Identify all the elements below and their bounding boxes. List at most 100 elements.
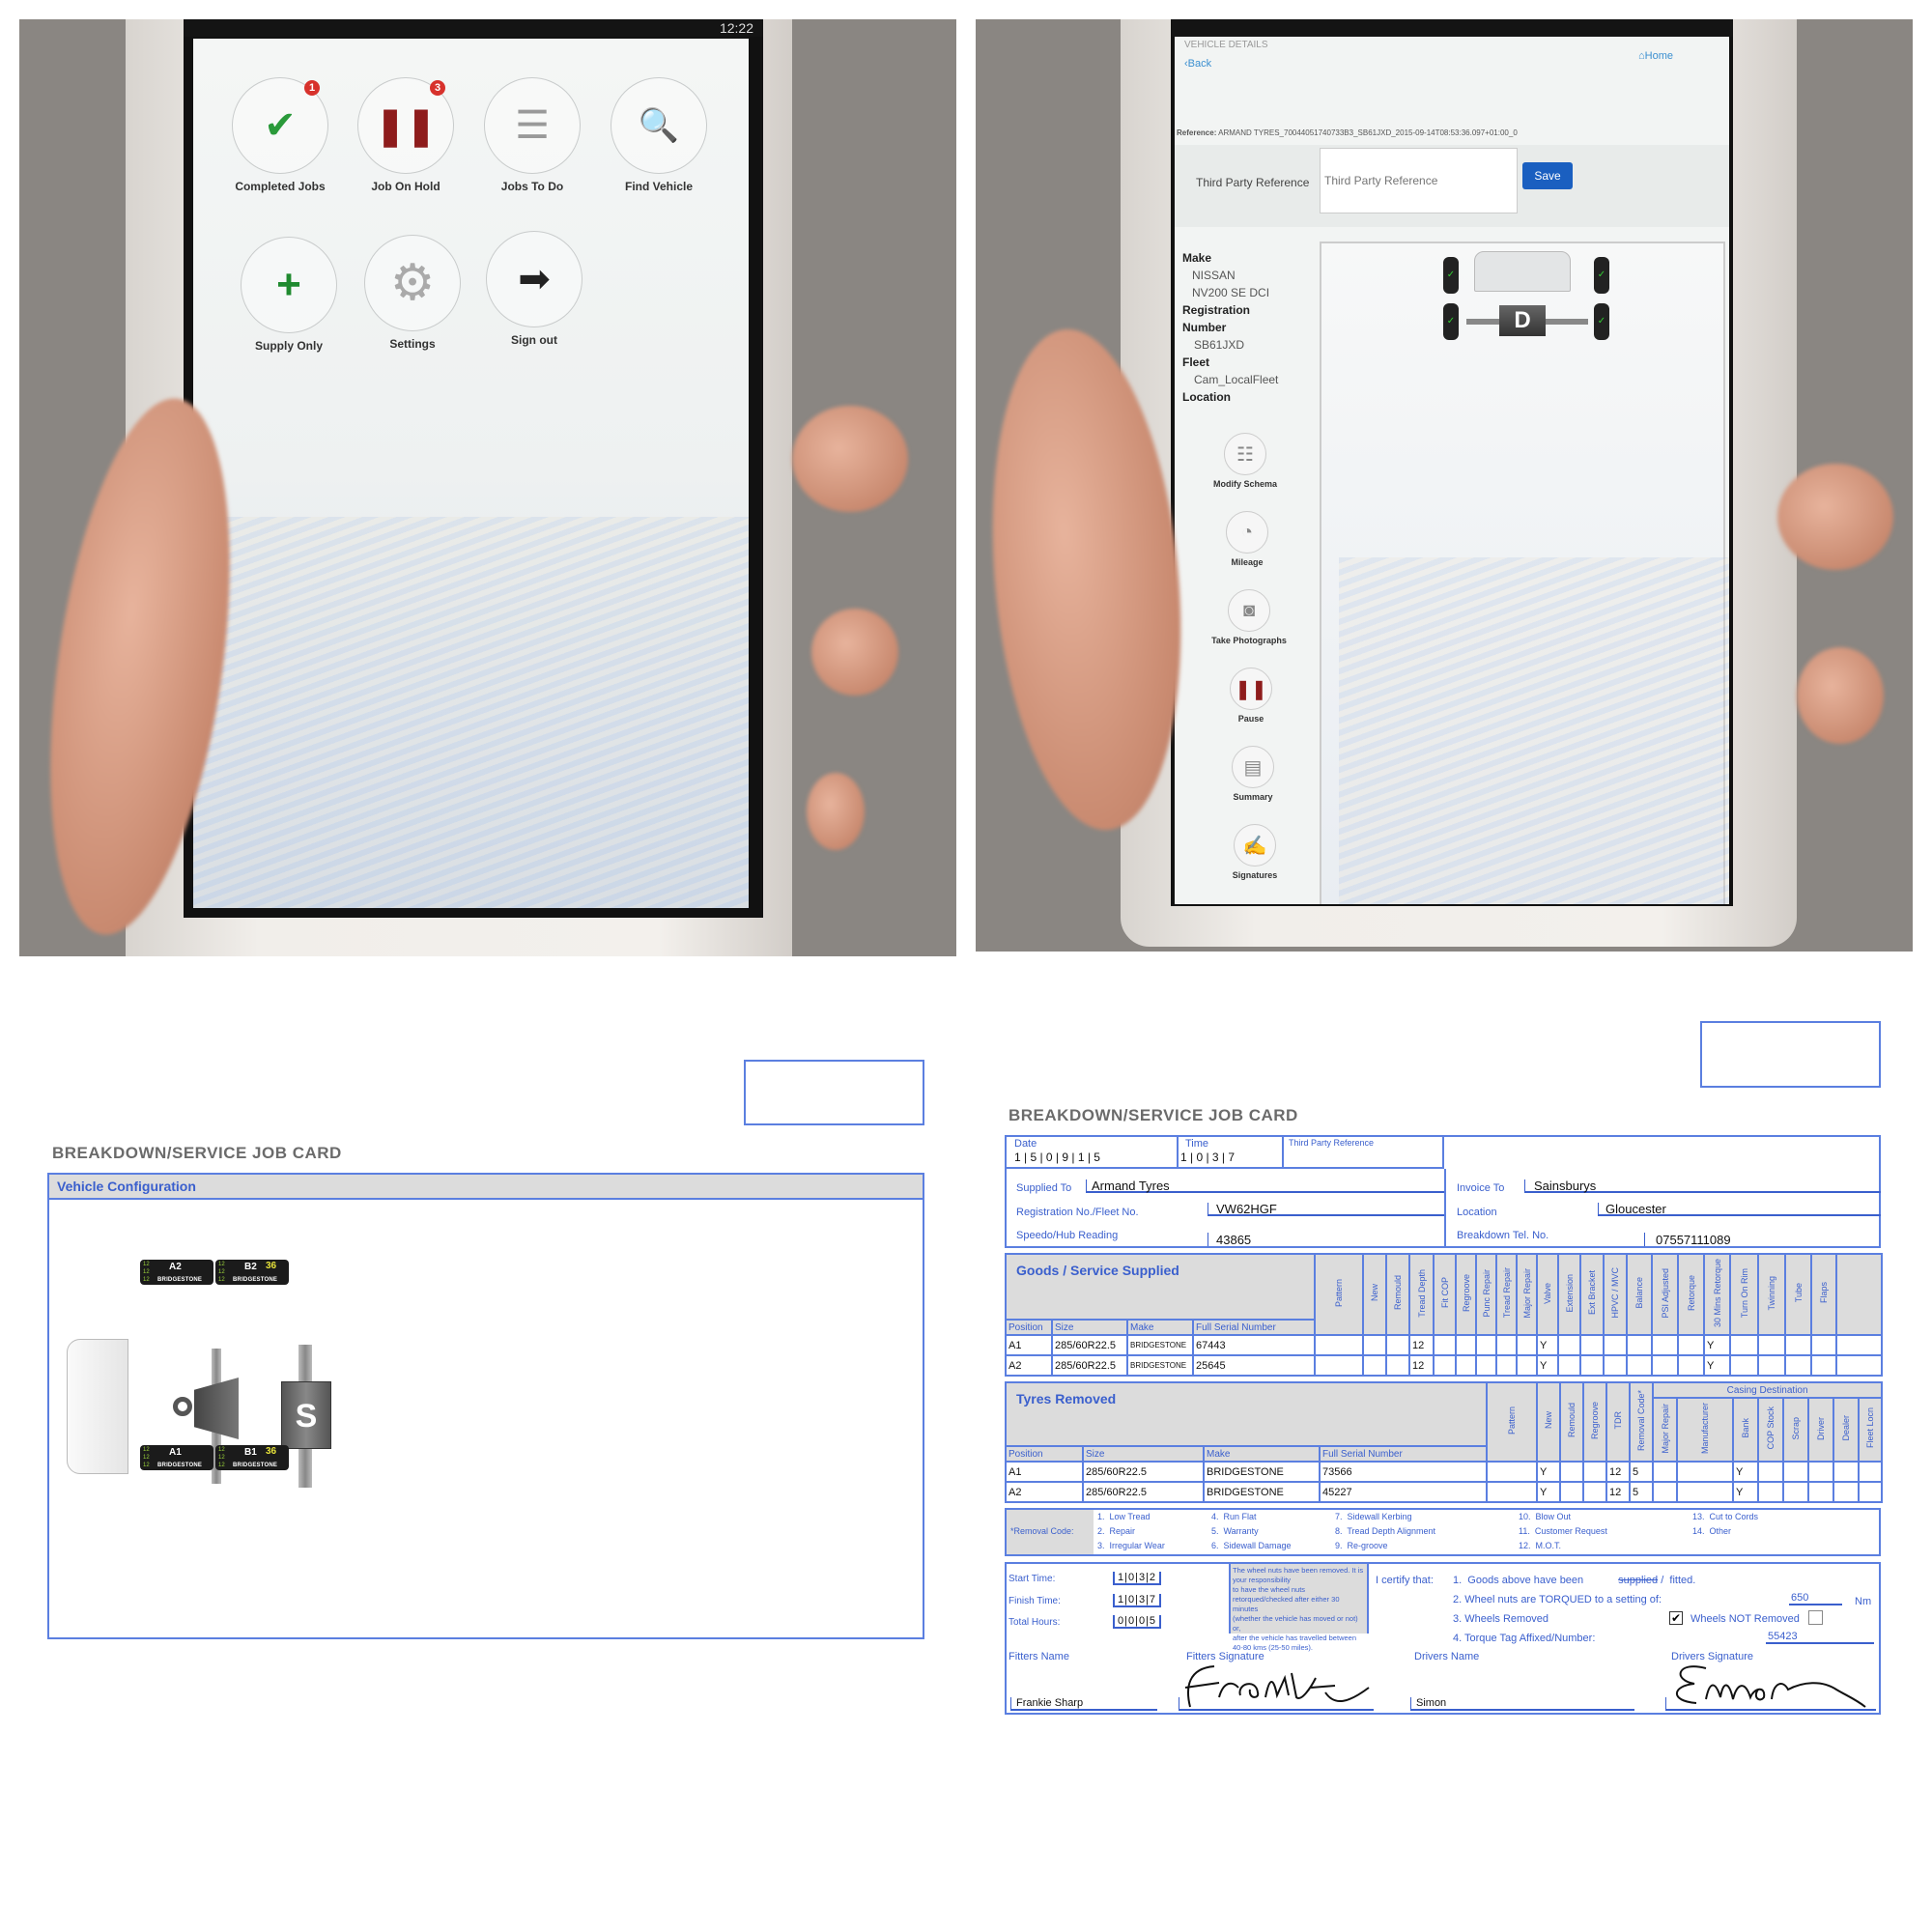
third-party-input[interactable] <box>1320 148 1518 213</box>
column-header: Full Serial Number <box>1318 1445 1489 1463</box>
section-title: Tyres Removed <box>1016 1391 1117 1406</box>
tile-sign-out[interactable]: ➡ Sign out <box>471 231 597 347</box>
save-button[interactable]: Save <box>1522 162 1573 189</box>
column-header: Remould <box>1559 1381 1585 1463</box>
time-value: 1 | 0 | 3 | 7 <box>1180 1151 1236 1164</box>
date-label: Date <box>1014 1138 1037 1150</box>
registration-label: Registration <box>1182 303 1251 317</box>
invoice-to-value: Sainsburys <box>1534 1179 1597 1193</box>
column-header-label: Major Repair <box>1521 1267 1532 1319</box>
column-header-label: TDR <box>1613 1411 1624 1430</box>
table-cell: Y <box>1732 1481 1760 1503</box>
tyre-position: B1 <box>244 1447 257 1458</box>
tile-job-on-hold[interactable]: ❚❚ 3 Job On Hold <box>343 77 469 193</box>
header-row: Goods / Service Supplied Pattern New Remoul… <box>1004 1253 1884 1336</box>
table-cell: Y <box>1732 1461 1760 1483</box>
photo-tablet-vehicle-details: VEHICLE DETAILS ‹Back ⌂Home Reference: A… <box>976 19 1913 952</box>
column-header-label: Fleet Locn <box>1865 1407 1876 1449</box>
screen-moire <box>193 517 749 908</box>
action-label: Summary <box>1233 792 1273 802</box>
total-hours-value: 0|0|0|5 <box>1113 1615 1162 1629</box>
home-link[interactable]: ⌂Home <box>1638 50 1673 62</box>
table-cell <box>1455 1354 1478 1377</box>
removal-code: 14. Other <box>1692 1526 1732 1536</box>
tyre-icon[interactable]: ✓ <box>1443 303 1459 340</box>
torque-unit: Nm <box>1855 1596 1872 1607</box>
action-pause[interactable]: ❚❚ Pause <box>1198 668 1304 724</box>
removal-code-label: *Removal Code: <box>1007 1510 1094 1554</box>
action-label: Signatures <box>1232 870 1278 880</box>
table-cell <box>1314 1334 1365 1356</box>
table-cell <box>1495 1334 1519 1356</box>
tile-jobs-to-do[interactable]: ☰ Jobs To Do <box>469 77 595 193</box>
table-cell: Y <box>1536 1461 1562 1483</box>
removal-code: 10. Blow Out <box>1519 1512 1572 1521</box>
table-cell <box>1455 1334 1478 1356</box>
tile-completed-jobs[interactable]: ✔ 1 Completed Jobs <box>217 77 343 193</box>
back-link[interactable]: ‹Back <box>1184 58 1211 70</box>
clipboard-pause-icon: ❚❚ 3 <box>357 77 454 174</box>
count-badge: 3 <box>430 80 445 96</box>
action-mileage[interactable]: ◔ Mileage <box>1194 511 1300 567</box>
action-signatures[interactable]: ✍ Signatures <box>1202 824 1308 880</box>
table-cell: 12 <box>1408 1334 1435 1356</box>
finish-time-value: 1|0|3|7 <box>1113 1594 1162 1607</box>
tyre-icon[interactable]: ✓ <box>1594 257 1609 294</box>
table-cell <box>1858 1461 1884 1483</box>
table-cell: 12 <box>1408 1354 1435 1377</box>
column-header-label: Tread Depth <box>1416 1268 1427 1318</box>
table-cell: 285/60R22.5 <box>1082 1481 1205 1503</box>
column-header-label: Flaps <box>1819 1282 1830 1304</box>
tyre-tag-b2[interactable]: 12 12 12 B2 36 BRIDGESTONE <box>215 1260 289 1285</box>
table-cell <box>1651 1354 1680 1377</box>
column-header: Pattern <box>1486 1381 1539 1463</box>
finish-time-label: Finish Time: <box>1009 1596 1061 1606</box>
torque-tag-number: 55423 <box>1766 1631 1874 1644</box>
gear-icon: ⚙ <box>364 235 461 331</box>
table-cell: 67443 <box>1191 1334 1317 1356</box>
finger <box>1777 464 1893 570</box>
tile-find-vehicle[interactable]: 🔍 Find Vehicle <box>596 77 722 193</box>
wheels-removed-checkbox[interactable]: ✔ <box>1669 1611 1683 1625</box>
number-label: Number <box>1182 321 1227 334</box>
cert-1: 1. Goods above have been supplied / fitte… <box>1453 1575 1695 1586</box>
tyre-icon[interactable]: ✓ <box>1594 303 1609 340</box>
vehicle-configuration-panel: Vehicle Configuration S 12 12 12 A2 BRIDGEST… <box>47 1173 924 1639</box>
table-cell <box>1810 1354 1838 1377</box>
back-label: Back <box>1187 58 1212 70</box>
notice-line: to have the wheel nuts retorqued/checked… <box>1233 1585 1340 1613</box>
supplied-to-label: Supplied To <box>1016 1182 1072 1194</box>
table-cell: 285/60R22.5 <box>1051 1334 1128 1356</box>
tile-supply-only[interactable]: + Supply Only <box>226 237 352 353</box>
time-label: Time <box>1185 1138 1209 1150</box>
table-cell: 5 <box>1629 1461 1655 1483</box>
retorque-notice: The wheel nuts have been removed. It is … <box>1229 1564 1369 1652</box>
start-time-value: 1|0|3|2 <box>1113 1572 1162 1585</box>
wheels-not-removed-checkbox[interactable] <box>1808 1610 1823 1625</box>
table-cell <box>1433 1334 1458 1356</box>
column-header: Tread Depth <box>1408 1253 1435 1336</box>
tread-depth: 12 <box>218 1262 225 1267</box>
cert-4: 4. Torque Tag Affixed/Number: <box>1453 1633 1596 1644</box>
removal-code: 4. Run Flat <box>1211 1512 1257 1521</box>
table-cell <box>1557 1334 1582 1356</box>
column-header: Pattern <box>1314 1253 1365 1336</box>
action-summary[interactable]: ▤ Summary <box>1200 746 1306 802</box>
action-modify-schema[interactable]: ☷ Modify Schema <box>1192 433 1298 489</box>
goods-title-cell: Goods / Service Supplied <box>1004 1253 1317 1321</box>
tyre-position: A2 <box>169 1262 182 1272</box>
table-cell: BRIDGESTONE <box>1203 1461 1321 1483</box>
tile-label: Sign out <box>511 333 557 347</box>
action-take-photographs[interactable]: ◙ Take Photographs <box>1196 589 1302 645</box>
column-header: Position <box>1005 1445 1084 1463</box>
date-value: 1 | 5 | 0 | 9 | 1 | 5 <box>1014 1151 1100 1164</box>
table-cell: 12 <box>1605 1461 1632 1483</box>
tile-settings[interactable]: ⚙ Settings <box>350 235 475 351</box>
column-header: Twinning <box>1757 1253 1787 1336</box>
invoice-to-label: Invoice To <box>1457 1182 1505 1194</box>
table-cell <box>1677 1334 1706 1356</box>
tyre-tag-a2[interactable]: 12 12 12 A2 BRIDGESTONE <box>140 1260 213 1285</box>
tyre-icon[interactable]: ✓ <box>1443 257 1459 294</box>
tyre-tag-a1[interactable]: 12 12 12 A1 BRIDGESTONE <box>140 1445 213 1470</box>
tyre-tag-b1[interactable]: 12 12 12 B1 36 BRIDGESTONE <box>215 1445 289 1470</box>
